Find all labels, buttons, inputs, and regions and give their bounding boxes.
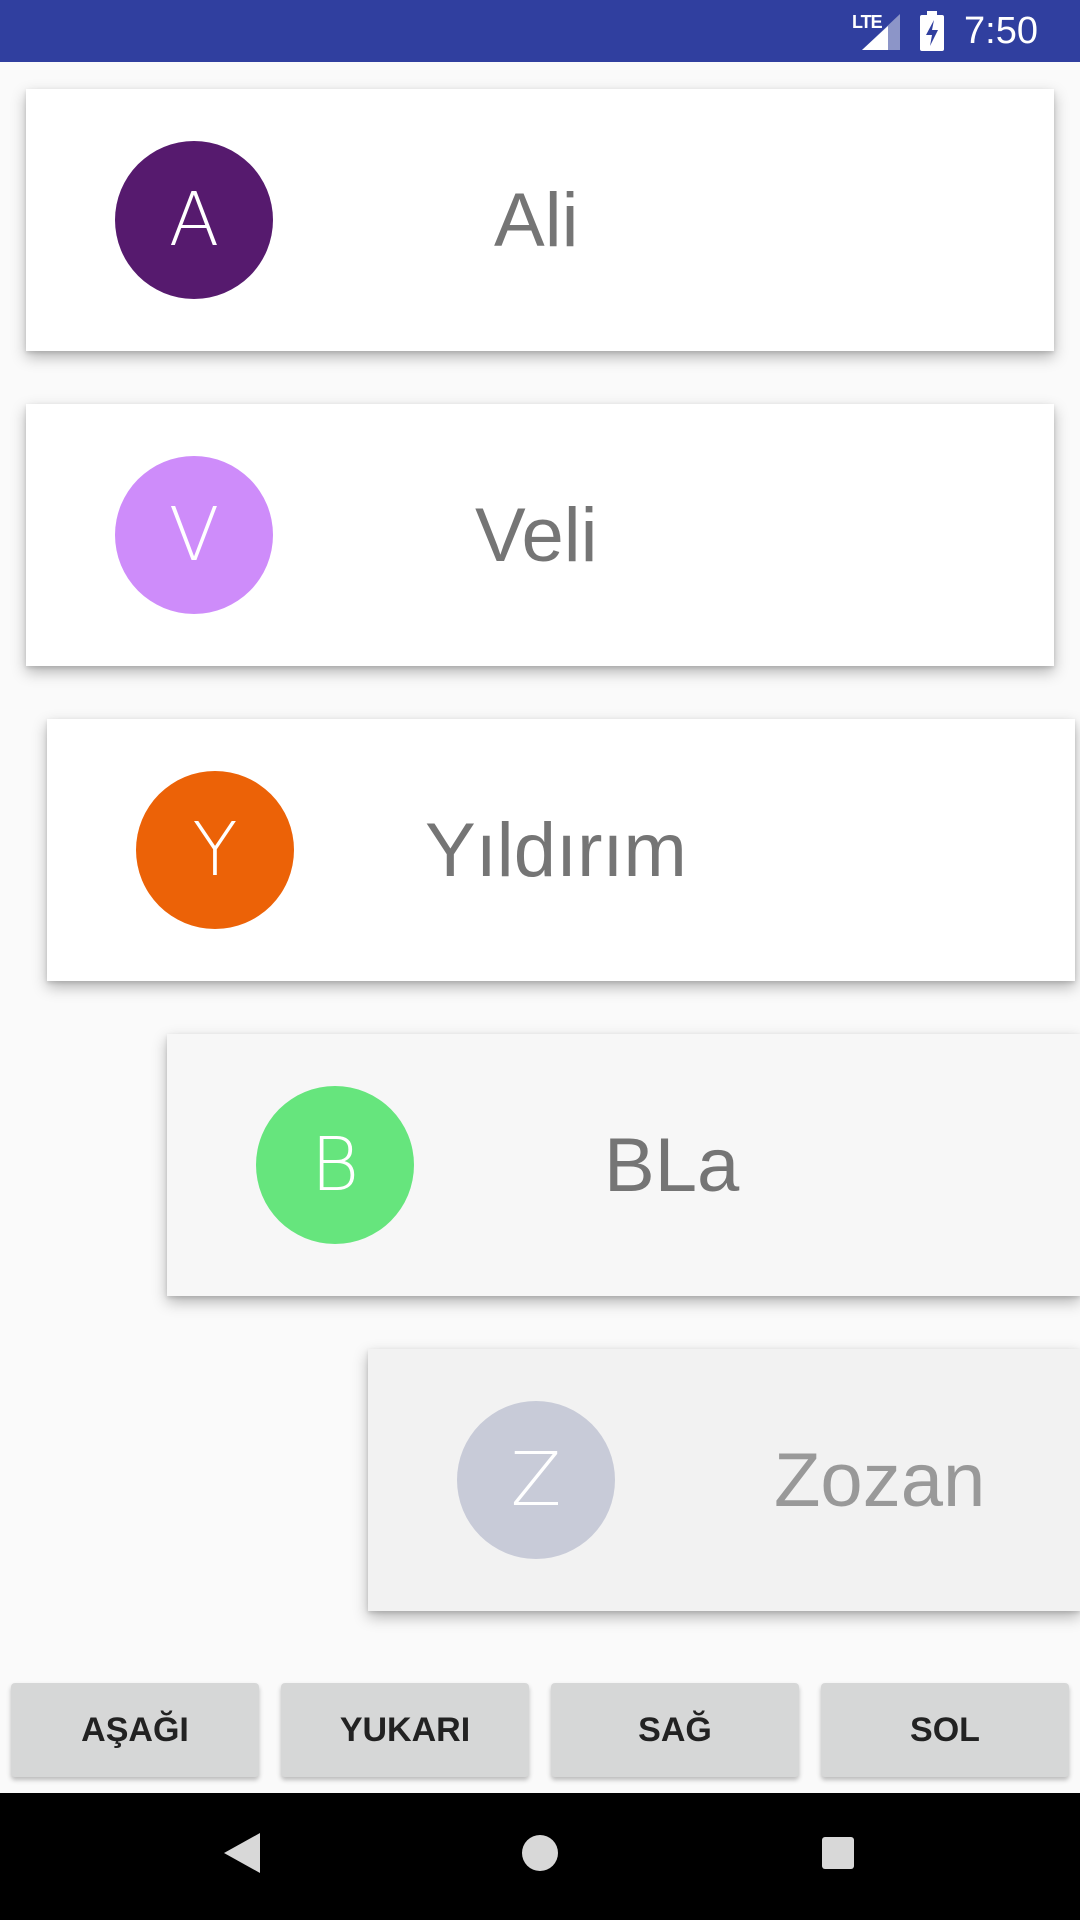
avatar: Z: [457, 1401, 615, 1559]
direction-button-bar: AŞAĞI YUKARI SAĞ SOL: [0, 1637, 1080, 1793]
avatar: B: [256, 1086, 414, 1244]
avatar: Y: [136, 771, 294, 929]
signal-icon: [862, 14, 900, 50]
recents-icon[interactable]: [822, 1837, 854, 1869]
avatar: V: [115, 456, 273, 614]
person-name: Zozan: [774, 1437, 986, 1523]
person-card-veli[interactable]: V Veli: [26, 404, 1054, 666]
clock-time: 7:50: [964, 10, 1038, 52]
home-icon[interactable]: [522, 1835, 558, 1871]
back-icon[interactable]: [224, 1833, 260, 1873]
person-card-ali[interactable]: A Ali: [26, 89, 1054, 351]
person-name: BLa: [604, 1122, 740, 1208]
down-button[interactable]: AŞAĞI: [11, 1683, 259, 1777]
person-card-bla[interactable]: B BLa: [167, 1034, 1080, 1296]
person-list: A Ali V Veli Y Yıldırım B BLa Z Zozan: [0, 62, 1080, 1637]
person-card-zozan[interactable]: Z Zozan: [368, 1349, 1080, 1611]
left-button[interactable]: SOL: [821, 1683, 1069, 1777]
person-name: Veli: [475, 492, 598, 578]
up-button[interactable]: YUKARI: [281, 1683, 529, 1777]
person-name: Yıldırım: [425, 807, 687, 893]
navigation-bar: [0, 1793, 1080, 1920]
app-screen: LTE 7:50 A Ali V Veli Y Yıldırım B BLa Z…: [0, 0, 1080, 1920]
battery-charging-icon: [920, 11, 944, 51]
person-card-yildirim[interactable]: Y Yıldırım: [47, 719, 1075, 981]
right-button[interactable]: SAĞ: [551, 1683, 799, 1777]
avatar: A: [115, 141, 273, 299]
status-bar: LTE 7:50: [0, 0, 1080, 62]
person-name: Ali: [494, 177, 579, 263]
